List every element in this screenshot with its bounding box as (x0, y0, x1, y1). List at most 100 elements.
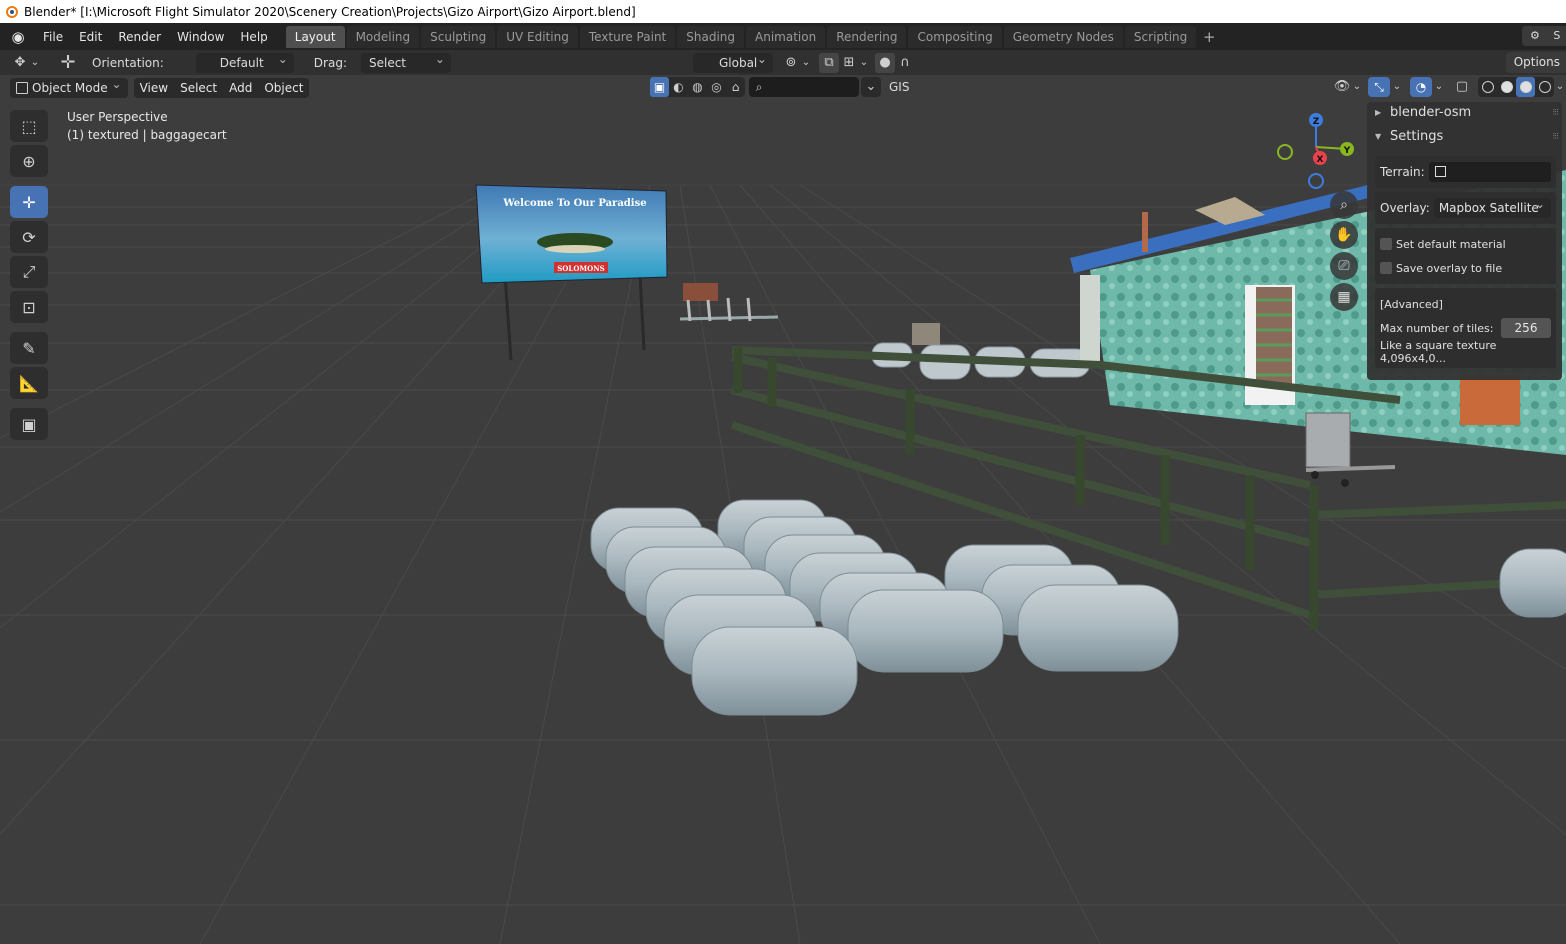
snap-target-icon[interactable]: ⊞ (839, 53, 859, 73)
cursor-icon[interactable]: ⊕ (10, 145, 48, 177)
xray-toggle-icon[interactable]: ▢ (1452, 77, 1472, 97)
zoom-icon[interactable]: ⌕ (1330, 191, 1358, 219)
blender-logo-icon (6, 5, 18, 18)
set-default-material-checkbox[interactable] (1380, 238, 1392, 250)
pan-hand-icon[interactable]: ✋ (1330, 221, 1358, 249)
transform-orientation-dropdown[interactable]: Global (692, 49, 773, 73)
select-solid-icon[interactable]: ▣ (650, 77, 669, 97)
measure-icon[interactable]: 📐 (10, 367, 48, 399)
scene-graph-icon[interactable]: ⌂ (726, 77, 745, 97)
add-workspace-button[interactable]: + (1198, 26, 1220, 48)
snap-toggle-icon[interactable]: ⧉ (818, 52, 839, 73)
orientation-dropdown[interactable]: Default (195, 49, 294, 73)
viewport-menus: View Select Add Object (133, 77, 310, 98)
set-default-material-row[interactable]: Set default material (1380, 232, 1551, 256)
save-overlay-checkbox[interactable] (1380, 262, 1392, 274)
viewport-search-input[interactable]: ⌕ (749, 77, 859, 97)
overlays-chevron-icon[interactable]: ⌄ (1432, 77, 1446, 97)
pivot-chevron-icon[interactable]: ⌄ (801, 53, 811, 73)
tab-shading[interactable]: Shading (677, 25, 744, 48)
wireframe-shading-icon[interactable] (1478, 77, 1497, 97)
snap-chevron-icon[interactable]: ⌄ (859, 53, 869, 73)
drag-label: Drag: (313, 55, 347, 70)
menu-window[interactable]: Window (169, 26, 232, 48)
orientation-label: Orientation: (92, 55, 164, 70)
pivot-point-icon[interactable]: ⊚ (781, 53, 801, 73)
menu-select[interactable]: Select (174, 78, 223, 98)
falloff-icon[interactable]: ∩ (895, 53, 915, 73)
terrain-box: Terrain: (1375, 156, 1556, 188)
terrain-object-field[interactable] (1428, 162, 1551, 182)
rendered-shading-icon[interactable] (1535, 77, 1554, 97)
blender-menu-icon[interactable]: ◉ (9, 28, 27, 46)
save-overlay-row[interactable]: Save overlay to file (1380, 256, 1551, 280)
overlay-value: Mapbox Satellite (1438, 201, 1539, 215)
tab-rendering[interactable]: Rendering (827, 25, 907, 48)
material-preview-icon[interactable]: ◐ (669, 77, 688, 97)
object-mode-value: Object Mode (32, 80, 108, 95)
gis-menu[interactable]: GIS (889, 80, 909, 94)
scene-icon: ⚙ (1530, 29, 1540, 42)
menu-add[interactable]: Add (223, 78, 258, 98)
menu-render[interactable]: Render (110, 26, 169, 48)
scene-selector[interactable]: ⚙ S (1522, 26, 1566, 46)
panel-blender-osm-header[interactable]: ▶ blender-osm ⁝⁝⁝ (1367, 102, 1562, 124)
max-tiles-input[interactable]: 256 (1501, 318, 1551, 338)
tab-texture-paint[interactable]: Texture Paint (579, 25, 676, 48)
panel-settings-header[interactable]: ▼ Settings ⁝⁝⁝ (1367, 126, 1562, 148)
gizmo-toggle-icon[interactable]: ⤡ (1368, 77, 1390, 97)
tool-select-icon[interactable]: ✥ (10, 53, 30, 73)
menu-edit[interactable]: Edit (71, 26, 110, 48)
tab-layout[interactable]: Layout (285, 25, 345, 48)
advanced-box: [Advanced] Max number of tiles: 256 Like… (1375, 288, 1556, 368)
menu-object[interactable]: Object (258, 78, 309, 98)
solid-shading-icon[interactable] (1497, 77, 1516, 97)
viewport-right-tools: 👁 ⌄ ⤡ ⌄ ◔ ⌄ ▢ ⌄ (1332, 77, 1566, 97)
visibility-icon[interactable]: 👁 (1332, 77, 1352, 97)
texture-icon[interactable]: ◍ (688, 77, 707, 97)
camera-view-icon[interactable]: ⎚ (1330, 252, 1358, 280)
tab-geometry-nodes[interactable]: Geometry Nodes (1003, 25, 1123, 48)
visibility-chevron-icon[interactable]: ⌄ (1352, 77, 1362, 97)
tab-compositing[interactable]: Compositing (908, 25, 1002, 48)
gizmo-x-label: X (1317, 155, 1324, 165)
perspective-toggle-icon[interactable]: ▦ (1330, 283, 1358, 311)
drag-dropdown[interactable]: Select Box (360, 49, 451, 90)
menu-view[interactable]: View (134, 78, 174, 98)
transform-icon[interactable]: ⊡ (10, 291, 48, 323)
drag-grip-icon[interactable]: ⁝⁝⁝ (1552, 102, 1559, 124)
tab-sculpting[interactable]: Sculpting (421, 25, 496, 48)
tab-animation[interactable]: Animation (746, 25, 826, 48)
proportional-edit-icon[interactable]: ● (874, 52, 895, 73)
material-shading-icon[interactable] (1516, 77, 1535, 97)
annotate-icon[interactable]: ✎ (10, 332, 48, 364)
billboard-sign: SOLOMONS (557, 264, 604, 273)
drag-grip-icon[interactable]: ⁝⁝⁝ (1552, 126, 1559, 148)
navigation-gizmo[interactable]: Z Y X (1272, 109, 1362, 199)
add-cube-icon[interactable]: ▣ (10, 408, 48, 440)
search-filter-icon[interactable]: ⌄ (861, 77, 881, 97)
world-icon[interactable]: ◎ (707, 77, 726, 97)
tool-chevron-icon[interactable]: ⌄ (30, 53, 40, 73)
menu-help[interactable]: Help (232, 26, 275, 48)
overlay-dropdown[interactable]: Mapbox Satellite (1433, 194, 1551, 218)
rotate-icon[interactable]: ⟳ (10, 221, 48, 253)
active-tool-move-icon[interactable]: ✛ (58, 52, 78, 73)
transform-orientation-value: Global (718, 55, 758, 70)
select-box-icon[interactable]: ⬚ (10, 110, 48, 142)
menu-file[interactable]: File (35, 26, 71, 48)
gizmo-chevron-icon[interactable]: ⌄ (1390, 77, 1404, 97)
save-overlay-label: Save overlay to file (1396, 261, 1503, 275)
shading-chevron-icon[interactable]: ⌄ (1554, 77, 1566, 97)
overlays-toggle-icon[interactable]: ◔ (1410, 77, 1432, 97)
perspective-label: User Perspective (67, 110, 168, 124)
options-button[interactable]: Options (1505, 52, 1566, 73)
tab-uv-editing[interactable]: UV Editing (497, 25, 578, 48)
billboard-title: Welcome To Our Paradise (502, 198, 646, 209)
scale-icon[interactable]: ⤢ (10, 256, 48, 288)
tab-scripting[interactable]: Scripting (1124, 25, 1197, 48)
object-mode-dropdown[interactable]: Object Mode (10, 74, 128, 98)
move-icon[interactable]: ✛ (10, 186, 48, 218)
3d-viewport[interactable]: Welcome To Our Paradise SOLOMONS User Pe… (0, 75, 1566, 944)
tab-modeling[interactable]: Modeling (346, 25, 420, 48)
